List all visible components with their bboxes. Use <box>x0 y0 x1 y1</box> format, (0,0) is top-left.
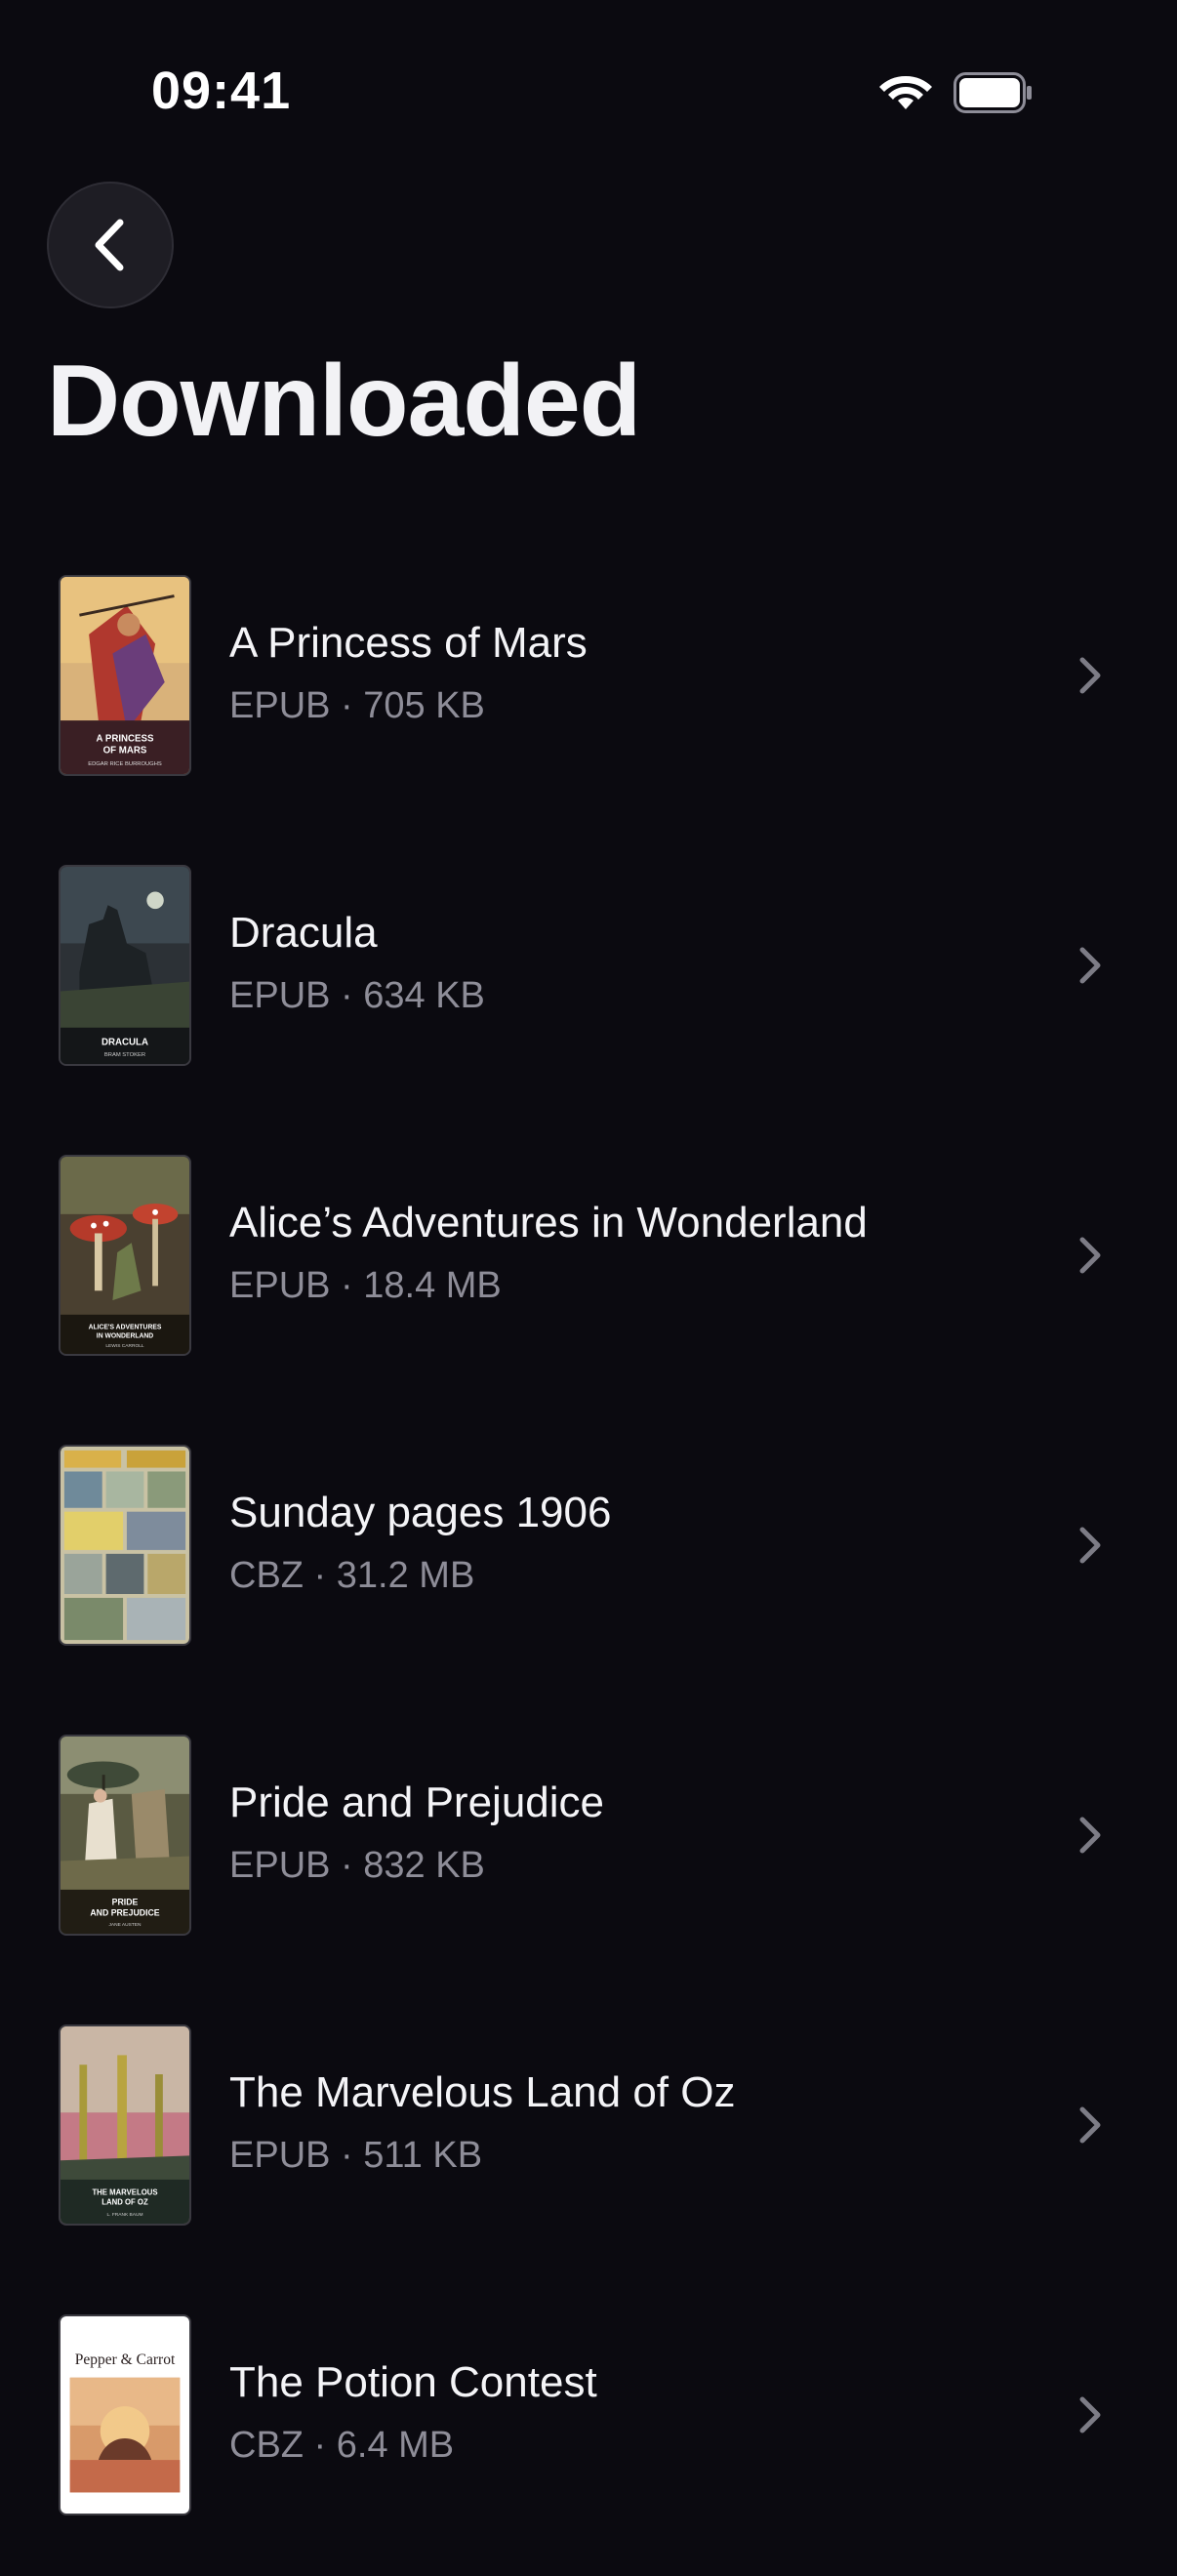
book-title: Pride and Prejudice <box>229 1779 605 1826</box>
book-meta: CBZ · 6.4 MB <box>229 2425 455 2466</box>
list-item[interactable]: ALICE'S ADVENTURES IN WONDERLAND LEWIS C… <box>0 1126 1177 1416</box>
book-cover: THE MARVELOUS LAND OF OZ L. FRANK BAUM <box>59 2024 191 2226</box>
list-item[interactable]: Pepper & Carrot The Potion Contest CBZ ·… <box>0 2286 1177 2576</box>
list-item[interactable]: PRIDE AND PREJUDICE JANE AUSTEN Pride an… <box>0 1706 1177 1996</box>
wifi-icon <box>879 76 932 109</box>
chevron-right-icon <box>1079 2396 1101 2433</box>
svg-text:AND PREJUDICE: AND PREJUDICE <box>90 1907 159 1917</box>
book-meta: CBZ · 31.2 MB <box>229 1555 475 1596</box>
list-item[interactable]: THE MARVELOUS LAND OF OZ L. FRANK BAUM T… <box>0 1996 1177 2286</box>
chevron-right-icon <box>1079 1817 1101 1854</box>
chevron-right-icon <box>1079 2106 1101 2144</box>
book-cover <box>59 1445 191 1646</box>
battery-icon <box>954 72 1032 113</box>
book-meta: EPUB · 18.4 MB <box>229 1265 502 1306</box>
book-cover: Pepper & Carrot <box>59 2314 191 2515</box>
book-title: A Princess of Mars <box>229 619 588 667</box>
svg-text:BRAM STOKER: BRAM STOKER <box>104 1052 145 1058</box>
book-cover: A PRINCESS OF MARS EDGAR RICE BURROUGHS <box>59 575 191 776</box>
book-cover: PRIDE AND PREJUDICE JANE AUSTEN <box>59 1735 191 1936</box>
book-title: The Potion Contest <box>229 2358 597 2406</box>
book-meta: EPUB · 511 KB <box>229 2135 483 2176</box>
book-meta: EPUB · 832 KB <box>229 1845 485 1886</box>
svg-text:OF MARS: OF MARS <box>103 745 147 756</box>
page-title: Downloaded <box>47 345 641 458</box>
book-cover: DRACULA BRAM STOKER <box>59 865 191 1066</box>
book-title: Dracula <box>229 909 378 957</box>
svg-text:THE MARVELOUS: THE MARVELOUS <box>92 2188 157 2197</box>
list-item[interactable]: Sunday pages 1906 CBZ · 31.2 MB <box>0 1416 1177 1706</box>
book-cover: ALICE'S ADVENTURES IN WONDERLAND LEWIS C… <box>59 1155 191 1356</box>
chevron-right-icon <box>1079 1527 1101 1564</box>
chevron-right-icon <box>1079 657 1101 694</box>
svg-text:PRIDE: PRIDE <box>112 1898 139 1907</box>
book-title: Alice’s Adventures in Wonderland <box>229 1199 868 1247</box>
book-meta: EPUB · 634 KB <box>229 975 485 1016</box>
back-button[interactable] <box>47 182 174 308</box>
svg-text:JANE AUSTEN: JANE AUSTEN <box>108 1922 142 1928</box>
status-bar: 09:41 <box>0 0 1177 185</box>
svg-text:A PRINCESS: A PRINCESS <box>97 734 154 745</box>
svg-text:L. FRANK BAUM: L. FRANK BAUM <box>106 2212 142 2218</box>
svg-text:DRACULA: DRACULA <box>101 1037 148 1047</box>
svg-text:EDGAR RICE BURROUGHS: EDGAR RICE BURROUGHS <box>88 761 162 767</box>
status-time: 09:41 <box>151 61 292 120</box>
book-meta: EPUB · 705 KB <box>229 685 485 726</box>
svg-text:LAND OF OZ: LAND OF OZ <box>101 2197 148 2206</box>
chevron-right-icon <box>1079 1237 1101 1274</box>
chevron-left-icon <box>95 219 124 271</box>
list-item[interactable]: A PRINCESS OF MARS EDGAR RICE BURROUGHS … <box>0 547 1177 837</box>
book-title: Sunday pages 1906 <box>229 1489 612 1536</box>
svg-text:ALICE'S ADVENTURES: ALICE'S ADVENTURES <box>89 1324 162 1330</box>
svg-text:LEWIS CARROLL: LEWIS CARROLL <box>105 1343 144 1349</box>
chevron-right-icon <box>1079 947 1101 984</box>
list-item[interactable]: DRACULA BRAM STOKER Dracula EPUB · 634 K… <box>0 837 1177 1126</box>
book-list: A PRINCESS OF MARS EDGAR RICE BURROUGHS … <box>0 547 1177 2576</box>
svg-text:IN WONDERLAND: IN WONDERLAND <box>97 1332 153 1339</box>
svg-text:Pepper & Carrot: Pepper & Carrot <box>75 2351 176 2368</box>
book-title: The Marvelous Land of Oz <box>229 2068 736 2116</box>
